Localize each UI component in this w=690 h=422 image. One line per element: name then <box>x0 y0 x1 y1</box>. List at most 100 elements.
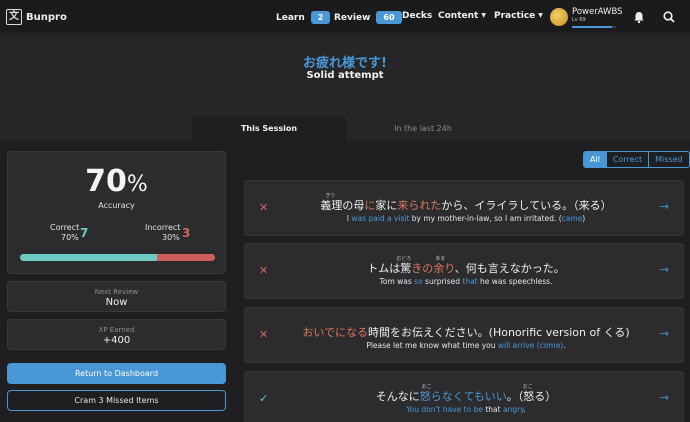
filter-missed[interactable]: Missed <box>648 152 688 167</box>
nav-review-label: Review <box>334 13 371 23</box>
translation-text: surprised <box>422 277 463 286</box>
english-translation: You don't have to be that angry. <box>281 405 651 414</box>
xp-card: XP Earned +400 <box>7 319 226 350</box>
sentence-text: から、イライラしている。（来る） <box>441 199 612 212</box>
nav-content-label: Content <box>438 11 479 21</box>
highlight-text: 怒らなくてもいい <box>419 390 507 403</box>
chevron-down-icon: ▼ <box>481 12 486 19</box>
nav-decks[interactable]: Decks <box>402 11 432 21</box>
sentence-text: そんなに <box>375 390 420 403</box>
translation-highlight: that <box>462 277 478 286</box>
return-dashboard-button[interactable]: Return to Dashboard <box>7 363 226 384</box>
translation-text: that <box>482 405 503 414</box>
next-review-value: Now <box>105 297 128 308</box>
english-translation: Tom was so surprised that he was speechl… <box>281 277 651 286</box>
top-navbar: 文 Bunpro Learn 2 Review 60 Decks Content ▼ … <box>0 0 690 34</box>
user-level-progress <box>572 26 616 28</box>
grammar-highlight: あま きの余り <box>411 256 455 275</box>
correct-percent: 70% <box>61 233 79 242</box>
incorrect-count: 3 <box>182 226 191 240</box>
furigana: あま <box>435 256 446 262</box>
translation-text: he was speechless. <box>477 277 553 286</box>
furigana: ぎり <box>325 193 336 199</box>
furigana: おこ <box>522 384 533 390</box>
results-header: お疲れ様です! Solid attempt This Session In th… <box>0 35 690 141</box>
list-item[interactable]: ✓ そんなに おこ 怒らなくてもいい おこ 。（怒る） You don't have t… <box>244 371 684 422</box>
review-filter: All Correct Missed <box>583 151 690 168</box>
user-name[interactable]: PowerAWBS <box>572 7 623 17</box>
accuracy-bar-incorrect <box>156 254 215 261</box>
brand-name: Bunpro <box>26 11 67 23</box>
arrow-right-icon[interactable]: → <box>660 391 669 404</box>
nav-practice-label: Practice <box>494 11 536 21</box>
logo-icon: 文 <box>6 9 22 25</box>
sentence-text: 義理の母 <box>320 199 365 212</box>
avatar[interactable] <box>550 8 568 26</box>
tab-last-24h[interactable]: In the last 24h <box>346 117 500 141</box>
result-subtitle: Solid attempt <box>306 70 384 81</box>
accuracy-number: 70 <box>85 164 127 199</box>
arrow-right-icon[interactable]: → <box>660 327 669 340</box>
nav-content[interactable]: Content ▼ <box>438 11 486 21</box>
correct-label: Correct <box>50 223 80 232</box>
sentence-text: 、何も言えなかった。 <box>454 262 565 275</box>
translation-text: . <box>563 341 566 350</box>
translation-text: Please let me know what time you <box>366 341 498 350</box>
sentence-text: おこ 。（怒る） <box>506 384 557 403</box>
furigana: おどろ <box>396 256 412 262</box>
sentence-text: 時間をお伝えください。(Honorific version of くる) <box>368 326 630 339</box>
accuracy-unit: % <box>126 172 148 197</box>
search-icon[interactable] <box>662 10 676 24</box>
furigana: おこ <box>421 384 432 390</box>
nav-learn[interactable]: Learn 2 <box>276 11 331 24</box>
accuracy-bar-correct <box>20 254 157 261</box>
list-item[interactable]: ✕ ぎり 義理の母に家に来られたから、イライラしている。（来る） I was pa… <box>244 180 684 236</box>
translation-highlight: will arrive (come) <box>497 341 564 350</box>
sentence-text: 家に <box>375 199 398 212</box>
incorrect-x-icon: ✕ <box>259 264 269 277</box>
chevron-down-icon: ▼ <box>538 12 543 19</box>
grammar-highlight: おこ 怒らなくてもいい <box>419 384 507 403</box>
translation-highlight: so <box>414 277 423 286</box>
bell-icon[interactable] <box>632 10 646 24</box>
accuracy-bar <box>20 254 215 261</box>
highlight-text: きの余り <box>411 262 455 275</box>
incorrect-percent: 30% <box>162 233 180 242</box>
learn-count-badge: 2 <box>310 11 331 24</box>
greeting-title: お疲れ様です! <box>303 56 387 71</box>
arrow-right-icon[interactable]: → <box>660 200 669 213</box>
translation-highlight: You don't have to be <box>406 405 483 414</box>
filter-all[interactable]: All <box>584 152 606 167</box>
arrow-right-icon[interactable]: → <box>660 263 669 276</box>
tab-this-session[interactable]: This Session <box>192 117 346 141</box>
grammar-highlight: に <box>364 199 376 212</box>
word: ぎり 義理の母 <box>320 193 365 212</box>
word: おどろ トムは驚 <box>367 256 411 275</box>
translation-highlight: came <box>561 214 583 223</box>
accuracy-card: 70% Accuracy Correct 70% 7 Incorrect 30%… <box>7 151 226 274</box>
xp-value: +400 <box>102 335 131 346</box>
brand-logo[interactable]: 文 Bunpro <box>6 9 67 25</box>
translation-highlight: angry <box>502 405 524 414</box>
japanese-sentence: そんなに おこ 怒らなくてもいい おこ 。（怒る） <box>281 384 651 404</box>
next-review-card: Next Review Now <box>7 281 226 312</box>
filter-correct[interactable]: Correct <box>605 152 648 167</box>
list-item[interactable]: ✕ おどろ トムは驚 あま きの余り、何も言えなかった。 Tom was so sur… <box>244 243 684 299</box>
accuracy-label: Accuracy <box>98 201 135 210</box>
next-review-label: Next Review <box>94 288 139 296</box>
nav-review[interactable]: Review 60 <box>334 11 402 24</box>
nav-learn-label: Learn <box>276 13 305 23</box>
english-translation: I was paid a visit by my mother-in-law, … <box>281 214 651 223</box>
grammar-highlight: 来られた <box>397 199 442 212</box>
nav-practice[interactable]: Practice ▼ <box>494 11 543 21</box>
user-level: Lv 69 <box>572 17 586 23</box>
list-item[interactable]: ✕ おいでになる時間をお伝えください。(Honorific version of… <box>244 307 684 363</box>
english-translation: Please let me know what time you will ar… <box>281 341 651 350</box>
cram-missed-button[interactable]: Cram 3 Missed Items <box>7 390 226 411</box>
translation-highlight: was paid a visit <box>351 214 410 223</box>
sentence-text: 。（怒る） <box>506 390 557 403</box>
incorrect-x-icon: ✕ <box>259 201 269 214</box>
correct-count: 7 <box>80 226 89 240</box>
translation-text: ) <box>582 214 586 223</box>
japanese-sentence: おどろ トムは驚 あま きの余り、何も言えなかった。 <box>281 256 651 276</box>
